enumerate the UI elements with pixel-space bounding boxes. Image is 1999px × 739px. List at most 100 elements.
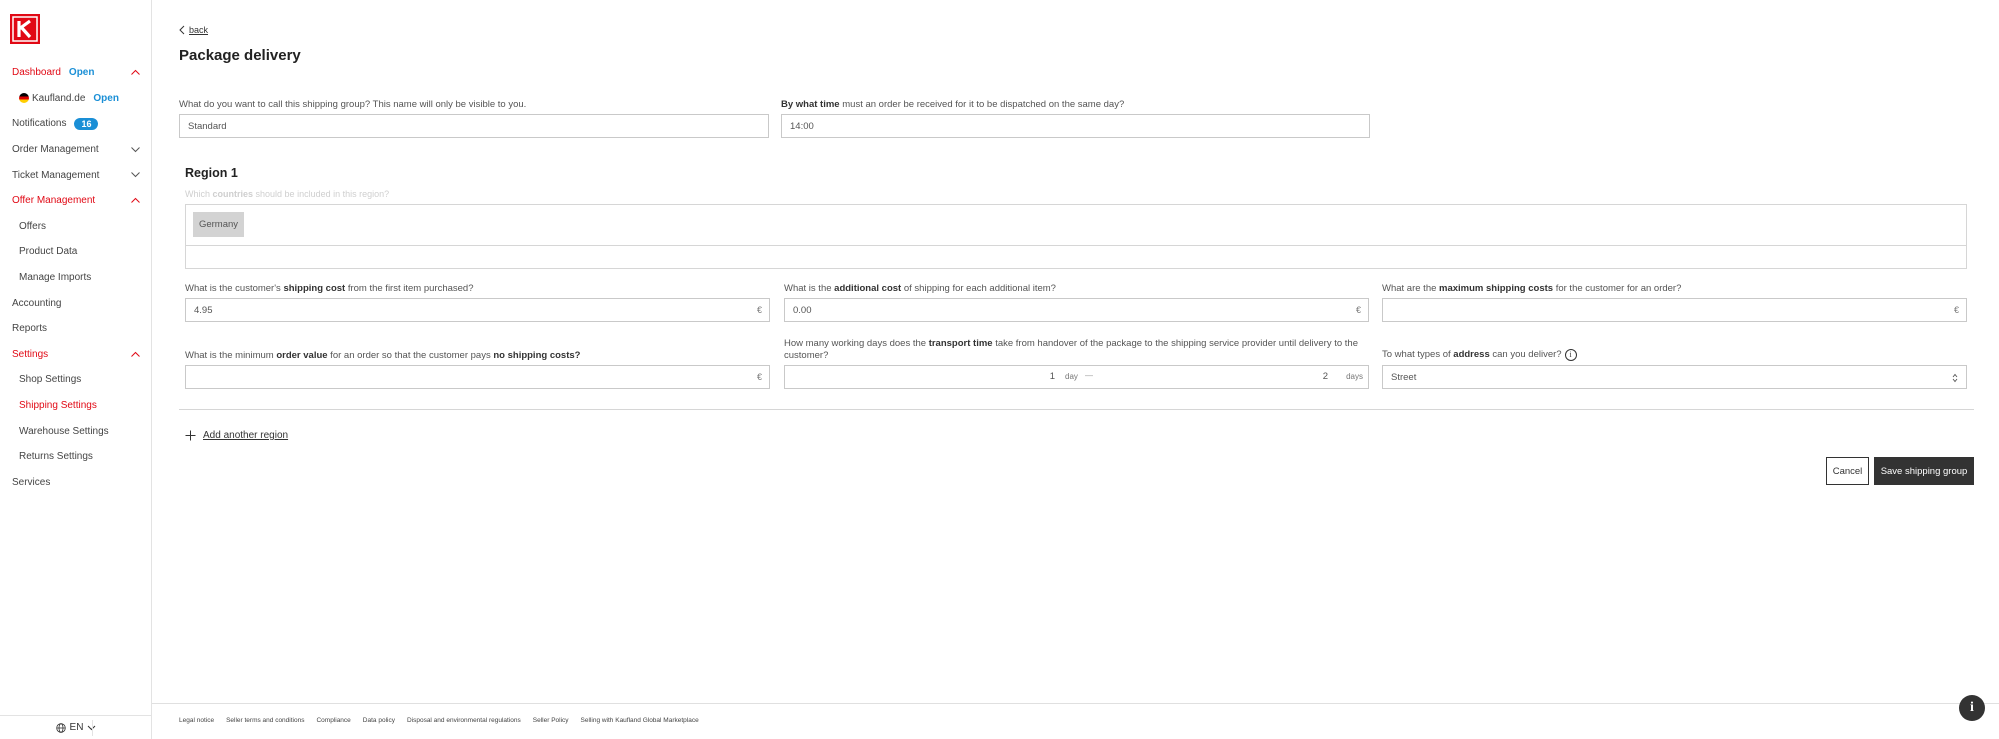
countries-divider (186, 245, 1966, 246)
sidebar-item-shop-settings[interactable]: Shop Settings (0, 367, 152, 393)
additional-cost-label-bold: additional cost (834, 283, 902, 294)
sidebar-item-order-management[interactable]: Order Management (0, 137, 152, 163)
sidebar-nav: Dashboard Open Kaufland.de Open Notification… (0, 60, 152, 495)
shipping-cost-label-pre: What is the customer's (185, 283, 284, 294)
group-name-value: Standard (188, 120, 227, 132)
sidebar-item-shipping-settings[interactable]: Shipping Settings (0, 393, 152, 419)
address-type-label-pre: To what types of (1382, 349, 1454, 360)
sidebar-item-notifications[interactable]: Notifications 16 (0, 111, 152, 137)
footer-link[interactable]: Seller terms and conditions (226, 717, 304, 724)
transport-time-label: How many working days does the transport… (784, 338, 1364, 362)
sidebar-item-manage-imports[interactable]: Manage Imports (0, 265, 152, 291)
sidebar-item-label: Accounting (12, 297, 62, 309)
additional-cost-input[interactable]: 0.00 € (784, 298, 1369, 322)
cutoff-time-value: 14:00 (790, 120, 814, 132)
language-selector[interactable]: EN (0, 715, 152, 739)
shipping-cost-label: What is the customer's shipping cost fro… (185, 283, 474, 294)
chevron-up-icon (131, 69, 140, 75)
notification-count-badge: 16 (74, 117, 99, 130)
sidebar-item-label: Order Management (12, 144, 99, 156)
address-type-select[interactable]: Street (1382, 365, 1967, 389)
min-order-label-mid: for an order so that the customer pays (327, 350, 494, 361)
footer-link[interactable]: Disposal and environmental regulations (407, 717, 521, 724)
transport-from-value: 1 (1049, 371, 1055, 382)
sidebar-item-offer-management[interactable]: Offer Management (0, 188, 152, 214)
sidebar-item-kaufland-de[interactable]: Kaufland.de Open (0, 86, 152, 112)
sidebar-item-label: Notifications (12, 118, 67, 130)
countries-multiselect[interactable]: Germany (185, 204, 1967, 269)
address-type-label-post: can you deliver? (1489, 349, 1562, 360)
sidebar-item-ticket-management[interactable]: Ticket Management (0, 162, 152, 188)
sidebar-item-label: Warehouse Settings (19, 425, 109, 437)
sidebar-item-accounting[interactable]: Accounting (0, 290, 152, 316)
sidebar-item-label: Offer Management (12, 195, 96, 207)
min-order-label-bold2: no shipping costs? (493, 350, 581, 361)
footer-link[interactable]: Compliance (316, 717, 350, 724)
min-order-input[interactable]: € (185, 365, 770, 389)
transport-time-label-bold: transport time (928, 338, 993, 349)
add-region-button[interactable]: Add another region (185, 430, 288, 441)
max-cost-label: What are the maximum shipping costs for … (1382, 283, 1681, 294)
page-title: Package delivery (179, 47, 301, 64)
sidebar-item-services[interactable]: Services (0, 470, 152, 496)
save-shipping-group-button[interactable]: Save shipping group (1874, 457, 1974, 485)
max-cost-label-pre: What are the (1382, 283, 1440, 294)
globe-icon (55, 722, 66, 733)
sidebar-item-offers[interactable]: Offers (0, 214, 152, 240)
cancel-button[interactable]: Cancel (1826, 457, 1869, 485)
sidebar: Dashboard Open Kaufland.de Open Notification… (0, 0, 152, 739)
max-cost-label-post: for the customer for an order? (1553, 283, 1682, 294)
sidebar-item-warehouse-settings[interactable]: Warehouse Settings (0, 418, 152, 444)
address-type-label: To what types of address can you deliver… (1382, 349, 1577, 361)
additional-cost-label-post: of shipping for each additional item? (901, 283, 1056, 294)
kaufland-k-icon (12, 16, 38, 42)
countries-label: Which countries should be included in th… (185, 189, 389, 199)
sidebar-item-label: Settings (12, 348, 49, 360)
cutoff-time-input[interactable]: 14:00 (781, 114, 1370, 138)
shipping-cost-value: 4.95 (194, 304, 213, 316)
chevron-up-icon (131, 351, 140, 357)
shipping-cost-label-bold: shipping cost (283, 283, 346, 294)
select-arrows-icon (1952, 373, 1958, 383)
sidebar-item-reports[interactable]: Reports (0, 316, 152, 342)
sidebar-item-label: Ticket Management (12, 169, 100, 181)
sidebar-item-returns-settings[interactable]: Returns Settings (0, 444, 152, 470)
footer-link[interactable]: Data policy (363, 717, 395, 724)
min-order-label-bold: order value (276, 350, 328, 361)
info-help-button[interactable]: i (1959, 695, 1985, 721)
sidebar-item-product-data[interactable]: Product Data (0, 239, 152, 265)
countries-label-post: should be included in this region? (253, 189, 390, 199)
cutoff-time-label: By what time must an order be received f… (781, 99, 1124, 110)
sidebar-item-dashboard[interactable]: Dashboard Open (0, 60, 152, 86)
max-cost-input[interactable]: € (1382, 298, 1967, 322)
max-cost-unit: € (1953, 305, 1959, 315)
shipping-cost-input[interactable]: 4.95 € (185, 298, 770, 322)
germany-flag-icon (19, 93, 29, 104)
footer-link[interactable]: Seller Policy (533, 717, 569, 724)
transport-from-input[interactable]: 1 (785, 366, 1055, 388)
cutoff-time-label-bold: By what time (781, 99, 840, 110)
sidebar-item-label: Services (12, 476, 51, 488)
address-type-label-bold: address (1453, 349, 1490, 360)
country-chip-germany[interactable]: Germany (193, 212, 244, 237)
max-cost-label-bold: maximum shipping costs (1439, 283, 1554, 294)
footer-divider (152, 703, 1999, 704)
sidebar-item-settings[interactable]: Settings (0, 342, 152, 368)
transport-to-input[interactable]: 2 (1103, 366, 1328, 388)
plus-icon (185, 430, 196, 441)
region-divider (179, 409, 1974, 410)
transport-to-value: 2 (1322, 371, 1328, 382)
group-name-input[interactable]: Standard (179, 114, 769, 138)
chevron-left-icon (179, 25, 185, 35)
additional-cost-label: What is the additional cost of shipping … (784, 283, 1056, 294)
footer-link[interactable]: Selling with Kaufland Global Marketplace (581, 717, 699, 724)
kaufland-logo[interactable] (10, 14, 40, 44)
footer-link[interactable]: Legal notice (179, 717, 214, 724)
sidebar-item-label: Returns Settings (19, 451, 93, 463)
back-link[interactable]: back (179, 25, 208, 35)
countries-label-pre: Which (185, 189, 213, 199)
sidebar-item-label: Kaufland.de (32, 92, 86, 104)
cutoff-time-label-rest: must an order be received for it to be d… (839, 99, 1125, 110)
sidebar-item-label: Dashboard (12, 67, 61, 79)
info-icon[interactable]: i (1564, 349, 1577, 361)
